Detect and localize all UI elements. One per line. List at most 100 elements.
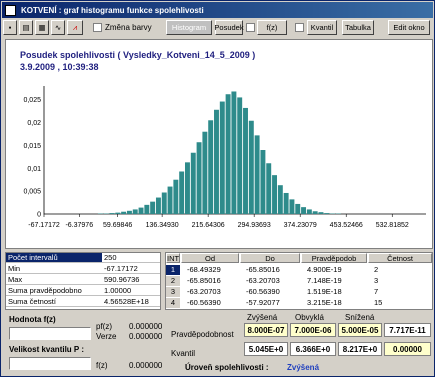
x-tick-label: 136.34930 <box>146 222 179 229</box>
histogram-chart: Posudek spolehlivosti ( Vysledky_Kotveni… <box>5 39 433 249</box>
stats-key: Min <box>8 264 21 273</box>
int-cell: -57.92077 <box>246 298 280 307</box>
int-cell: 1 <box>166 265 180 275</box>
kv-zvysena: 5.045E+0 <box>244 342 288 356</box>
histogram-plot: 0 0,005 0,01 0,015 0,02 0,025 -67.17172 -6.3797… <box>23 86 426 229</box>
int-header[interactable]: Pravděpodob <box>301 253 367 263</box>
int-header[interactable]: Od <box>181 253 239 263</box>
histogram-button[interactable]: Histogram <box>166 20 212 35</box>
x-tick-label: 215.64306 <box>192 222 225 229</box>
int-cell: -68.49329 <box>187 265 221 274</box>
stats-table: Počet intervalů 250 Min -67.17172 Max 590.967… <box>5 252 161 310</box>
histogram-bar <box>132 209 138 214</box>
int-cell: -63.20703 <box>187 287 221 296</box>
x-tick-label: 532.81852 <box>376 222 409 229</box>
histogram-bar <box>167 186 173 214</box>
histogram-bar <box>277 185 283 214</box>
stats-value: 4.56528E+18 <box>104 297 149 306</box>
uroven-value: Zvýšená <box>287 363 320 372</box>
histogram-bar <box>190 152 196 214</box>
histogram-bar <box>295 203 301 214</box>
stats-row[interactable]: Počet intervalů 250 <box>6 253 160 263</box>
pfz-value: 0.000000 <box>129 322 163 331</box>
int-header[interactable]: Do <box>240 253 300 263</box>
posudek-checkbox[interactable] <box>246 23 255 32</box>
histogram-bar <box>184 162 190 214</box>
posudek-button[interactable]: Posudek <box>214 20 244 35</box>
int-header[interactable]: Četnost <box>368 253 432 263</box>
stats-value: 590.96736 <box>104 275 140 284</box>
tabulka-button[interactable]: Tabulka <box>342 20 374 35</box>
histogram-bar <box>231 91 237 214</box>
histogram-bar <box>115 212 121 214</box>
x-tick-label: 374.23079 <box>284 222 317 229</box>
stats-value: 250 <box>102 253 160 262</box>
kvantil-label: Kvantil <box>171 349 196 358</box>
histogram-bar <box>237 97 243 214</box>
verze-label: Verze <box>96 332 117 341</box>
stats-row[interactable]: Suma četností 4.56528E+18 <box>6 297 160 307</box>
fz2-value: 0.000000 <box>129 361 163 370</box>
toolbar: ▪ ▤ ▦ ∿ ⩘ Změna barvy Histogram Posudek … <box>3 20 432 36</box>
app-icon <box>5 4 16 16</box>
histogram-bar <box>248 120 254 214</box>
int-cell: -65.85016 <box>246 265 280 274</box>
histogram-bar <box>243 107 248 214</box>
int-header[interactable]: INT <box>166 253 180 263</box>
print-icon[interactable]: ▤ <box>19 20 33 35</box>
header-obvykla: Obvyklá <box>295 313 324 322</box>
value-panel: Hodnota f(z) pf(z) 0.000000 Verze 0.0000… <box>5 313 163 375</box>
stats-row[interactable]: Max 590.96736 <box>6 275 160 285</box>
x-tick-label: 453.52466 <box>330 222 363 229</box>
histogram-bar <box>144 204 150 214</box>
fz-checkbox[interactable] <box>295 23 304 32</box>
histogram-bar <box>324 213 330 214</box>
histogram-bar <box>254 135 260 214</box>
prav-label: Pravděpodobnost <box>171 330 234 339</box>
uroven-label: Úroveň spolehlivosti : <box>185 363 269 372</box>
x-tick-label: 294.93693 <box>238 222 271 229</box>
y-tick-label: 0,01 <box>27 166 41 173</box>
kvantil-button[interactable]: Kvantil <box>307 20 337 35</box>
table-icon[interactable]: ▦ <box>35 20 49 35</box>
stats-row[interactable]: Min -67.17172 <box>6 264 160 274</box>
stats-value: 1.00000 <box>104 286 132 295</box>
histogram-bar <box>272 175 277 214</box>
window-title: KOTVENÍ : graf histogramu funkce spolehl… <box>21 5 204 15</box>
histogram-bar <box>219 101 225 214</box>
edit-window-button[interactable]: Edit okno <box>388 20 430 35</box>
fz-button[interactable]: f(z) <box>257 20 287 35</box>
chart-icon[interactable]: ⩘ <box>67 20 83 35</box>
int-cell: 3 <box>166 287 180 297</box>
change-color-checkbox[interactable] <box>93 23 102 32</box>
int-cell: 1.519E-18 <box>307 287 342 296</box>
graph-icon[interactable]: ∿ <box>51 20 65 35</box>
x-tick-label: -67.17172 <box>28 222 60 229</box>
kv-snizena: 8.217E+0 <box>338 342 382 356</box>
int-cell: 3.215E-18 <box>307 298 342 307</box>
int-cell: 15 <box>374 298 383 307</box>
kv-obvykla: 6.366E+0 <box>290 342 336 356</box>
reliability-panel: Zvýšená Obvyklá Snížená Pravděpodobnost … <box>167 313 433 375</box>
kv-value: 0.00000 <box>384 342 431 356</box>
y-tick-label: 0 <box>37 212 41 219</box>
stats-row[interactable]: Suma pravděpodobno 1.00000 <box>6 286 160 296</box>
histogram-bar <box>161 192 167 214</box>
histogram-bar <box>225 94 231 214</box>
kvantil-input[interactable] <box>9 357 91 370</box>
verze-value: 0.000000 <box>129 332 163 341</box>
save-icon[interactable]: ▪ <box>3 20 17 35</box>
title-bar: KOTVENÍ : graf histogramu funkce spolehl… <box>2 2 433 18</box>
int-cell: 7.148E-19 <box>307 276 342 285</box>
int-cell: 2 <box>374 265 379 274</box>
int-cell: 7 <box>374 287 379 296</box>
header-zvysena: Zvýšená <box>247 313 278 322</box>
histogram-bar <box>173 179 179 214</box>
histogram-bar <box>214 109 219 214</box>
histogram-bar <box>283 192 289 214</box>
histogram-bar <box>138 207 144 214</box>
histogram-bar <box>312 211 318 214</box>
hodnota-input[interactable] <box>9 327 91 340</box>
histogram-bar <box>306 209 312 214</box>
histogram-bar <box>208 120 214 214</box>
